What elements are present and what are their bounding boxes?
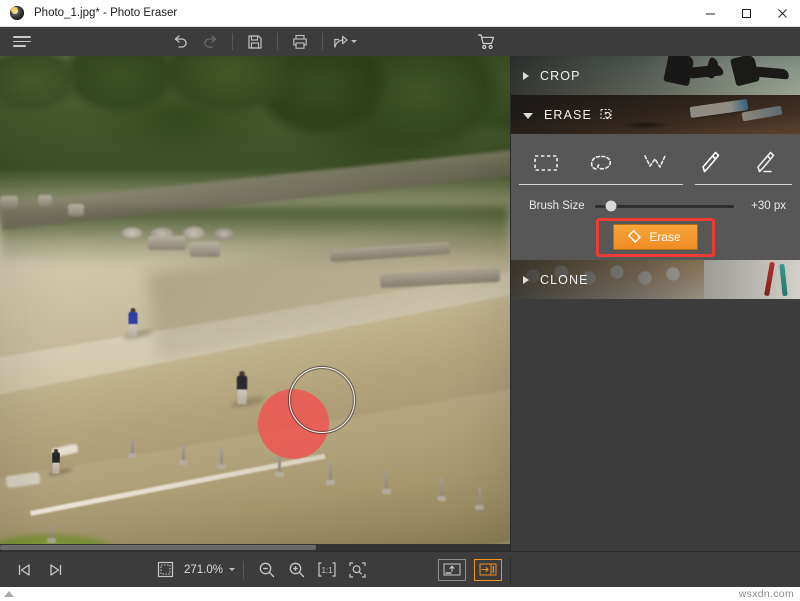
section-title-erase: ERASE bbox=[544, 108, 592, 122]
section-header-clone[interactable]: CLONE bbox=[511, 260, 800, 299]
brush-size-knob[interactable] bbox=[606, 201, 617, 212]
eraser-icon bbox=[626, 229, 642, 245]
fit-image-button[interactable] bbox=[150, 555, 180, 585]
tool-rectangle-select[interactable] bbox=[524, 146, 568, 180]
chevron-right-icon bbox=[523, 276, 529, 284]
share-button[interactable] bbox=[330, 27, 360, 56]
save-button[interactable] bbox=[240, 27, 270, 56]
erase-panel-body: Brush Size +30 px Erase bbox=[511, 134, 800, 260]
toolbar-separator bbox=[322, 33, 323, 50]
erase-action-area: Erase bbox=[511, 224, 800, 250]
layout-toggles bbox=[438, 559, 502, 581]
chevron-right-icon bbox=[523, 72, 529, 80]
brush-size-value: +30 px bbox=[744, 200, 786, 212]
minimize-button[interactable] bbox=[692, 0, 728, 26]
status-strip: wsxdn.com bbox=[0, 587, 800, 601]
expand-caret-icon[interactable] bbox=[4, 591, 14, 597]
workspace: CROP ERASE bbox=[0, 56, 800, 551]
zoom-controls: 271.0% bbox=[150, 555, 372, 585]
chevron-down-icon bbox=[351, 40, 357, 43]
brush-size-label: Brush Size bbox=[529, 200, 585, 212]
fit-image-icon bbox=[157, 561, 174, 578]
toolbar-actions bbox=[165, 27, 360, 56]
cart-icon bbox=[477, 33, 496, 51]
section-header-erase[interactable]: ERASE bbox=[511, 95, 800, 134]
tools-panel: CROP ERASE bbox=[510, 56, 800, 551]
redo-button[interactable] bbox=[195, 27, 225, 56]
brush-size-control: Brush Size +30 px bbox=[511, 191, 800, 214]
erase-mask-blob bbox=[258, 389, 329, 459]
app-logo bbox=[4, 6, 30, 20]
erase-tool-row bbox=[511, 142, 800, 182]
fit-selection-icon bbox=[348, 561, 367, 579]
fit-selection-button[interactable] bbox=[342, 555, 372, 585]
bottom-toolbar: 271.0% bbox=[0, 551, 800, 587]
window-title: Photo_1.jpg* - Photo Eraser bbox=[34, 7, 177, 19]
share-icon bbox=[333, 34, 349, 50]
svg-text:1:1: 1:1 bbox=[321, 566, 333, 575]
active-tool-indicator bbox=[519, 182, 792, 191]
menu-button[interactable] bbox=[0, 27, 44, 56]
print-button[interactable] bbox=[285, 27, 315, 56]
maximize-button[interactable] bbox=[728, 0, 764, 26]
panel-filler bbox=[511, 299, 800, 551]
redo-icon bbox=[202, 33, 219, 50]
bottom-separator bbox=[243, 561, 244, 579]
tool-brush[interactable] bbox=[688, 146, 732, 180]
zoom-out-icon bbox=[258, 561, 276, 579]
zoom-out-button[interactable] bbox=[252, 555, 282, 585]
scrollbar-thumb[interactable] bbox=[0, 545, 316, 550]
watermark: wsxdn.com bbox=[739, 588, 794, 600]
top-toolbar bbox=[0, 27, 800, 56]
save-icon bbox=[247, 34, 263, 50]
toolbar-separator bbox=[277, 33, 278, 50]
brush-size-slider[interactable] bbox=[595, 205, 734, 208]
previous-image-button[interactable] bbox=[10, 555, 40, 585]
previous-icon bbox=[16, 562, 34, 578]
zoom-in-button[interactable] bbox=[282, 555, 312, 585]
print-icon bbox=[292, 34, 308, 50]
toolbar-separator bbox=[232, 33, 233, 50]
split-view-icon bbox=[479, 563, 497, 576]
zoom-dropdown-icon[interactable] bbox=[229, 568, 235, 571]
image-navigation bbox=[10, 555, 70, 585]
tool-eraser-brush[interactable] bbox=[743, 146, 787, 180]
cart-button[interactable] bbox=[470, 27, 502, 56]
canvas-horizontal-scrollbar[interactable] bbox=[0, 544, 510, 551]
layout-single-button[interactable] bbox=[438, 559, 466, 581]
close-button[interactable] bbox=[764, 0, 800, 26]
tool-lasso-select[interactable] bbox=[579, 146, 623, 180]
photo-eraser-window: Photo_1.jpg* - Photo Eraser bbox=[0, 0, 800, 601]
next-icon bbox=[46, 562, 64, 578]
hamburger-icon bbox=[13, 33, 31, 50]
erase-button[interactable]: Erase bbox=[613, 224, 697, 250]
undo-icon bbox=[172, 33, 189, 50]
actual-size-icon: 1:1 bbox=[317, 561, 337, 578]
section-title-clone: CLONE bbox=[540, 273, 589, 287]
erase-button-label: Erase bbox=[649, 230, 680, 244]
single-view-icon bbox=[443, 563, 461, 576]
actual-size-button[interactable]: 1:1 bbox=[312, 555, 342, 585]
image-canvas[interactable] bbox=[0, 56, 510, 551]
next-image-button[interactable] bbox=[40, 555, 70, 585]
window-controls bbox=[692, 0, 800, 26]
chevron-down-icon bbox=[523, 113, 533, 119]
zoom-in-icon bbox=[288, 561, 306, 579]
title-bar: Photo_1.jpg* - Photo Eraser bbox=[0, 0, 800, 27]
photo-content bbox=[0, 56, 510, 551]
section-header-crop[interactable]: CROP bbox=[511, 56, 800, 95]
layout-split-button[interactable] bbox=[474, 559, 502, 581]
reset-selection-icon[interactable] bbox=[600, 108, 613, 121]
bottom-panel-divider bbox=[510, 556, 511, 583]
undo-button[interactable] bbox=[165, 27, 195, 56]
tool-polygon-select[interactable] bbox=[633, 146, 677, 180]
section-title-crop: CROP bbox=[540, 69, 581, 83]
zoom-level-value[interactable]: 271.0% bbox=[184, 564, 223, 576]
